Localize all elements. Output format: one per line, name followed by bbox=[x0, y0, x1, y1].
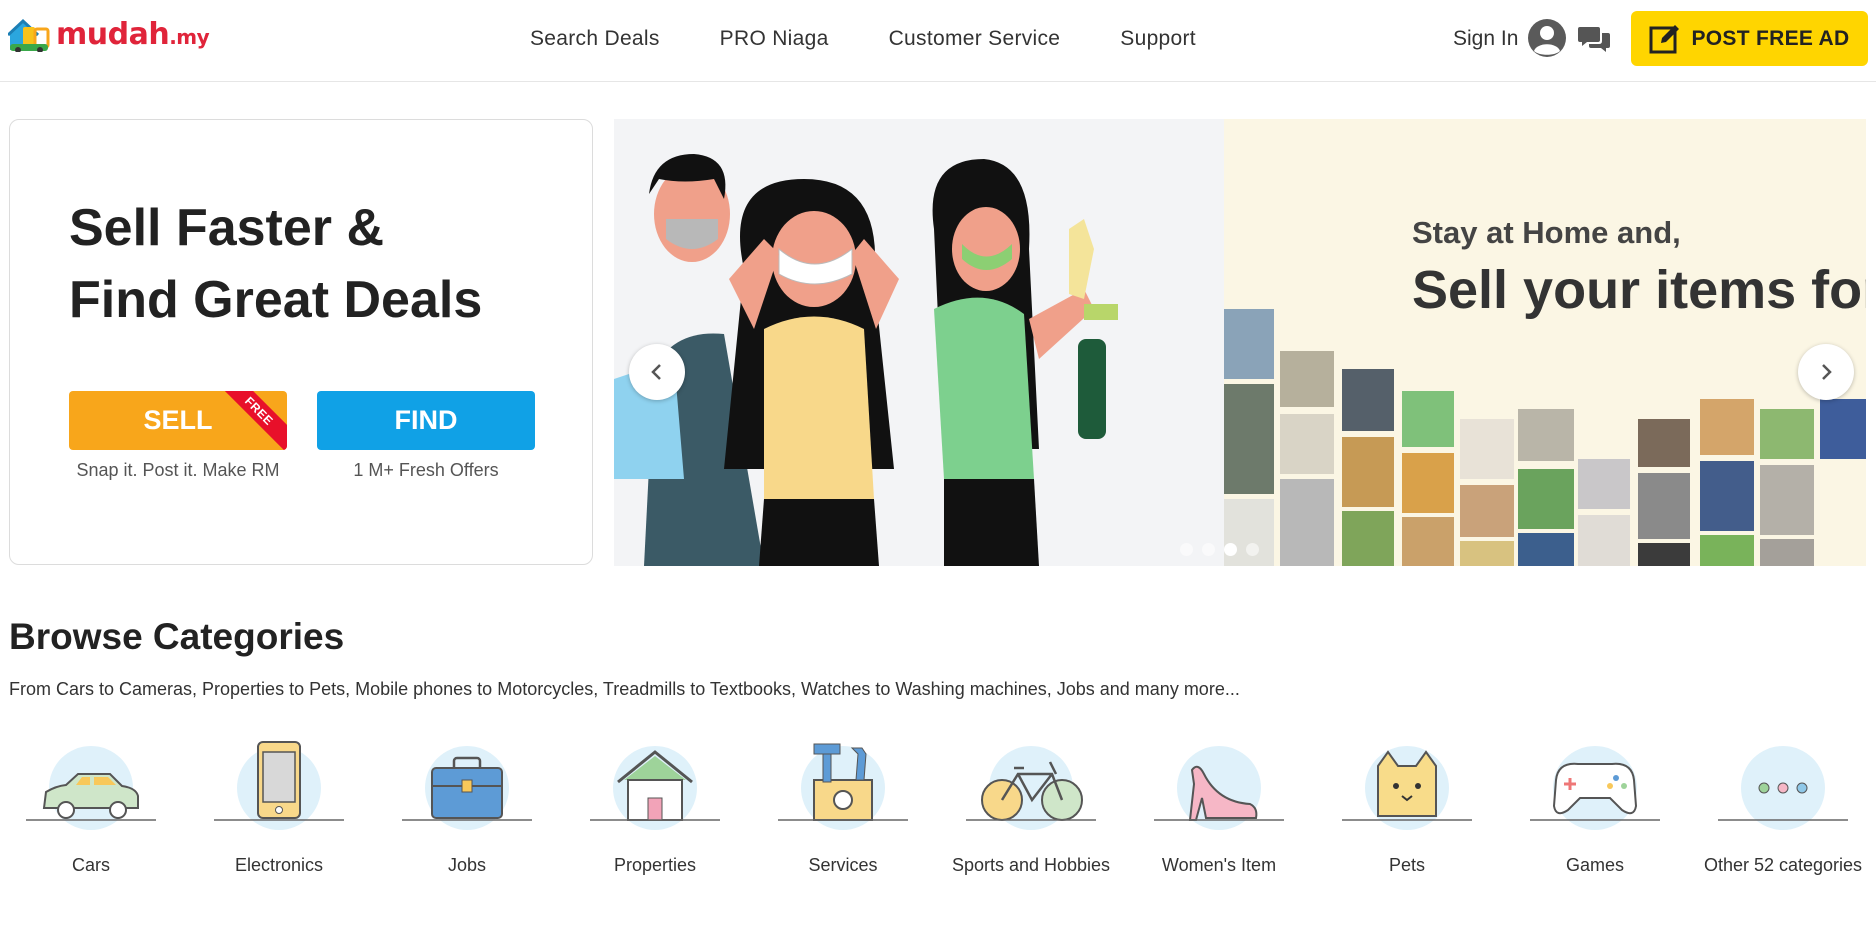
category-label: Sports and Hobbies bbox=[951, 855, 1111, 875]
category-label: Pets bbox=[1388, 855, 1426, 875]
carousel-dot[interactable] bbox=[1180, 543, 1193, 556]
category-label: Jobs bbox=[447, 855, 487, 875]
find-button[interactable]: FIND bbox=[317, 391, 535, 450]
slide-heading-small: Stay at Home and, bbox=[1412, 215, 1681, 250]
carousel-dot[interactable] bbox=[1202, 543, 1215, 556]
slide-heading-large: Sell your items for bbox=[1412, 260, 1866, 320]
category-list: Cars Electronics Jobs Properties Service… bbox=[0, 740, 1876, 937]
category-label: Services bbox=[808, 855, 878, 875]
category-label: Electronics bbox=[234, 855, 324, 875]
product-photo-collage bbox=[1224, 309, 1866, 566]
category-label: Women's Item bbox=[1161, 855, 1277, 875]
nav-customer-service[interactable]: Customer Service bbox=[889, 27, 1061, 51]
carousel-prev-button[interactable] bbox=[629, 344, 685, 400]
nav-pro-niaga[interactable]: PRO Niaga bbox=[720, 27, 829, 51]
category-label: Games bbox=[1565, 855, 1625, 875]
hero-card: Sell Faster & Find Great Deals SELL FREE … bbox=[9, 119, 593, 565]
gamepad-icon bbox=[1530, 746, 1660, 830]
category-label: Cars bbox=[71, 855, 110, 875]
bicycle-icon bbox=[966, 746, 1096, 830]
category-other[interactable]: Other 52 categories bbox=[1703, 740, 1863, 930]
browse-categories-title: Browse Categories bbox=[9, 616, 345, 657]
sell-subtitle: Snap it. Post it. Make RM bbox=[76, 460, 280, 480]
mudah-logo[interactable]: mudah.my bbox=[8, 12, 210, 56]
chevron-right-icon bbox=[1822, 364, 1832, 380]
category-electronics[interactable]: Electronics bbox=[199, 740, 359, 930]
logo-mark-icon bbox=[8, 18, 50, 52]
promo-carousel[interactable]: Stay at Home and, Sell your items for bbox=[614, 119, 1866, 566]
category-womens-item[interactable]: Women's Item bbox=[1139, 740, 1299, 930]
free-ribbon-badge: FREE bbox=[216, 391, 287, 450]
more-dots-icon bbox=[1718, 746, 1848, 830]
post-free-ad-button[interactable]: POST FREE AD bbox=[1631, 11, 1868, 66]
carousel-dot-active[interactable] bbox=[1224, 543, 1237, 556]
find-button-label: FIND bbox=[394, 405, 458, 435]
briefcase-icon bbox=[402, 746, 532, 830]
find-subtitle: 1 M+ Fresh Offers bbox=[353, 460, 499, 480]
sell-items-slide bbox=[1224, 119, 1866, 566]
browse-categories-subtitle: From Cars to Cameras, Properties to Pets… bbox=[9, 679, 1240, 699]
category-jobs[interactable]: Jobs bbox=[387, 740, 547, 930]
toolbox-icon bbox=[778, 743, 908, 830]
sign-in-link[interactable]: Sign In bbox=[1453, 0, 1518, 78]
chevron-left-icon bbox=[651, 364, 661, 380]
category-label: Other 52 categories bbox=[1703, 855, 1863, 875]
category-cars[interactable]: Cars bbox=[11, 740, 171, 930]
masked-people-illustration bbox=[614, 119, 1224, 566]
house-icon bbox=[590, 746, 720, 830]
smartphone-icon bbox=[214, 741, 344, 830]
user-avatar-icon[interactable] bbox=[1527, 18, 1567, 58]
logo-wordmark: mudah.my bbox=[56, 16, 210, 52]
site-header: mudah.my Search Deals PRO Niaga Customer… bbox=[0, 0, 1876, 82]
car-icon bbox=[26, 746, 156, 830]
chat-bubbles-icon[interactable] bbox=[1578, 24, 1610, 54]
sell-button[interactable]: SELL FREE bbox=[69, 391, 287, 450]
carousel-dot[interactable] bbox=[1246, 543, 1259, 556]
edit-square-icon bbox=[1649, 24, 1680, 53]
category-sports-hobbies[interactable]: Sports and Hobbies bbox=[951, 740, 1111, 930]
hero-title: Sell Faster & Find Great Deals bbox=[69, 199, 483, 329]
nav-search-deals[interactable]: Search Deals bbox=[530, 27, 660, 51]
cat-icon bbox=[1342, 746, 1472, 830]
category-services[interactable]: Services bbox=[763, 740, 923, 930]
category-games[interactable]: Games bbox=[1515, 740, 1675, 930]
carousel-dots bbox=[1180, 543, 1259, 556]
sell-button-label: SELL bbox=[143, 405, 213, 435]
category-pets[interactable]: Pets bbox=[1327, 740, 1487, 930]
post-free-ad-label: POST FREE AD bbox=[1691, 26, 1850, 50]
carousel-next-button[interactable] bbox=[1798, 344, 1854, 400]
high-heel-icon bbox=[1154, 746, 1284, 830]
category-label: Properties bbox=[613, 855, 697, 875]
main-nav: Search Deals PRO Niaga Customer Service … bbox=[530, 0, 1196, 78]
nav-support[interactable]: Support bbox=[1120, 27, 1196, 51]
category-properties[interactable]: Properties bbox=[575, 740, 735, 930]
